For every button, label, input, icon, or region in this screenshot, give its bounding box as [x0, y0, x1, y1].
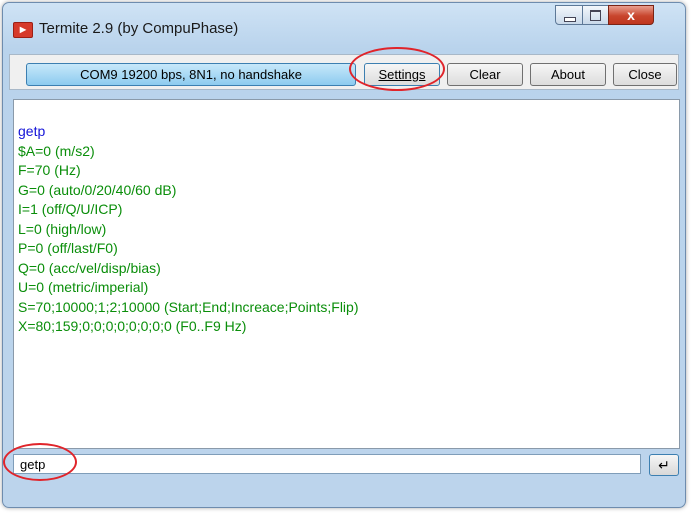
command-input[interactable]: getp [13, 454, 641, 474]
minimize-icon [564, 17, 576, 22]
output-response-line: X=80;159;0;0;0;0;0;0;0;0 (F0..F9 Hz) [18, 318, 247, 334]
output-response-line: G=0 (auto/0/20/40/60 dB) [18, 181, 177, 198]
clear-button[interactable]: Clear [447, 63, 523, 86]
close-button-label: Close [628, 67, 662, 82]
send-button[interactable]: ↵ [649, 454, 679, 476]
enter-icon: ↵ [658, 457, 670, 473]
output-response-line: P=0 (off/last/F0) [18, 240, 118, 256]
maximize-button[interactable] [582, 5, 609, 25]
clear-button-label: Clear [469, 67, 501, 82]
input-highlight-ring [3, 443, 77, 481]
minimize-button[interactable] [555, 5, 583, 25]
output-response-line: L=0 (high/low) [18, 220, 107, 237]
toolbar: COM9 19200 bps, 8N1, no handshake Settin… [9, 54, 679, 90]
output-response-line: S=70;10000;1;2;10000 (Start;End;Increace… [18, 298, 359, 315]
output-response-line: F=70 (Hz) [18, 162, 81, 178]
output-response-line: Q=0 (acc/vel/disp/bias) [18, 259, 161, 276]
terminal-output[interactable]: getp $A=0 (m/s2) F=70 (Hz) G=0 (auto/0/20/4… [13, 99, 680, 449]
about-button-label: About [551, 67, 585, 82]
output-command-line: getp [18, 123, 46, 139]
output-response-line: I=1 (off/Q/U/ICP) [18, 201, 123, 217]
output-response-line: U=0 (metric/imperial) [18, 279, 149, 295]
window-close-button[interactable]: x [608, 5, 654, 25]
input-bar: getp ↵ [13, 454, 679, 476]
termite-window: ▶ Termite 2.9 (by CompuPhase) x COM9 192… [2, 2, 686, 508]
port-settings-button[interactable]: COM9 19200 bps, 8N1, no handshake [26, 63, 356, 86]
termite-app-icon: ▶ [13, 22, 33, 38]
title-bar[interactable]: ▶ Termite 2.9 (by CompuPhase) x [3, 3, 685, 51]
output-lines: getp $A=0 (m/s2) F=70 (Hz) G=0 (auto/0/20/4… [18, 122, 359, 337]
close-button[interactable]: Close [613, 63, 677, 86]
about-button[interactable]: About [530, 63, 606, 86]
settings-highlight-ring [349, 47, 445, 91]
close-icon: x [627, 7, 635, 23]
window-title: Termite 2.9 (by CompuPhase) [39, 20, 239, 37]
output-response-line: $A=0 (m/s2) [18, 142, 95, 159]
maximize-icon [590, 10, 601, 21]
